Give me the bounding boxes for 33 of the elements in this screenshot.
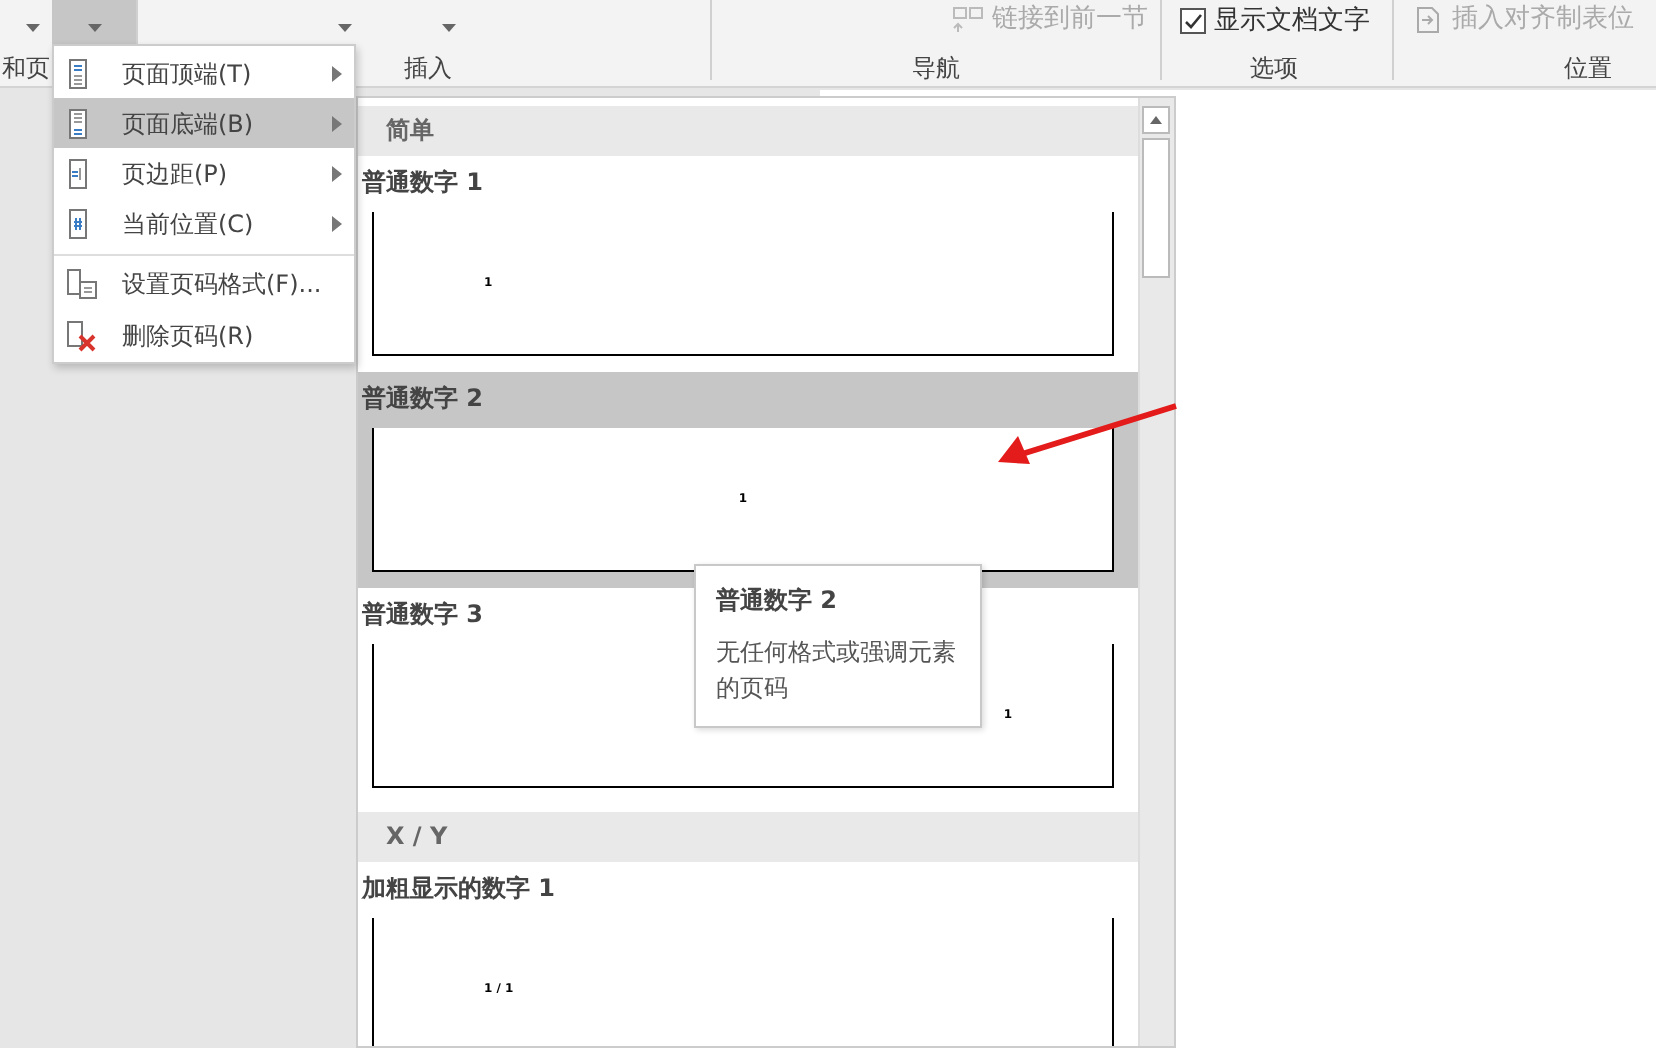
- caret-icon: [87, 24, 101, 32]
- group-label: 插入: [404, 52, 452, 86]
- scroll-up-icon[interactable]: [1142, 106, 1170, 134]
- menu-item[interactable]: 删除页码(R): [54, 310, 354, 360]
- menu-item[interactable]: 设置页码格式(F)...: [54, 254, 354, 310]
- tooltip-title: 普通数字 2: [716, 584, 840, 618]
- scroll-thumb[interactable]: [1142, 138, 1170, 278]
- link-icon: [952, 6, 984, 34]
- format-icon: [66, 267, 98, 299]
- menu-item[interactable]: 页面底端(B): [54, 98, 354, 148]
- section-header: X / Y: [358, 812, 1138, 862]
- group-label: 位置: [1564, 52, 1612, 86]
- menu-item[interactable]: 页面顶端(T): [54, 48, 354, 98]
- tab-insert-icon: [1416, 6, 1440, 34]
- group-label: 导航: [912, 52, 960, 86]
- caret-icon: [337, 24, 351, 32]
- delete-icon: [66, 319, 98, 351]
- caret-icon: [441, 24, 455, 32]
- show-document-text-checkbox[interactable]: 显示文档文字: [1180, 2, 1370, 41]
- submenu-arrow-icon: [332, 65, 342, 81]
- group-label: 和页: [2, 52, 50, 86]
- submenu-arrow-icon: [332, 115, 342, 131]
- tooltip-text: 无任何格式或强调元素的页码: [716, 636, 958, 706]
- group-label: 选项: [1250, 52, 1298, 86]
- submenu-arrow-icon: [332, 165, 342, 181]
- section-header: 简单: [358, 106, 1138, 156]
- menu-item[interactable]: 页边距(P): [54, 148, 354, 198]
- caret-icon: [25, 24, 39, 32]
- dropdown-button[interactable]: [52, 0, 136, 48]
- scrollbar[interactable]: [1138, 98, 1174, 1046]
- submenu-arrow-icon: [332, 215, 342, 231]
- checkmark-icon: [1182, 10, 1204, 33]
- menu-item[interactable]: 当前位置(C): [54, 198, 354, 248]
